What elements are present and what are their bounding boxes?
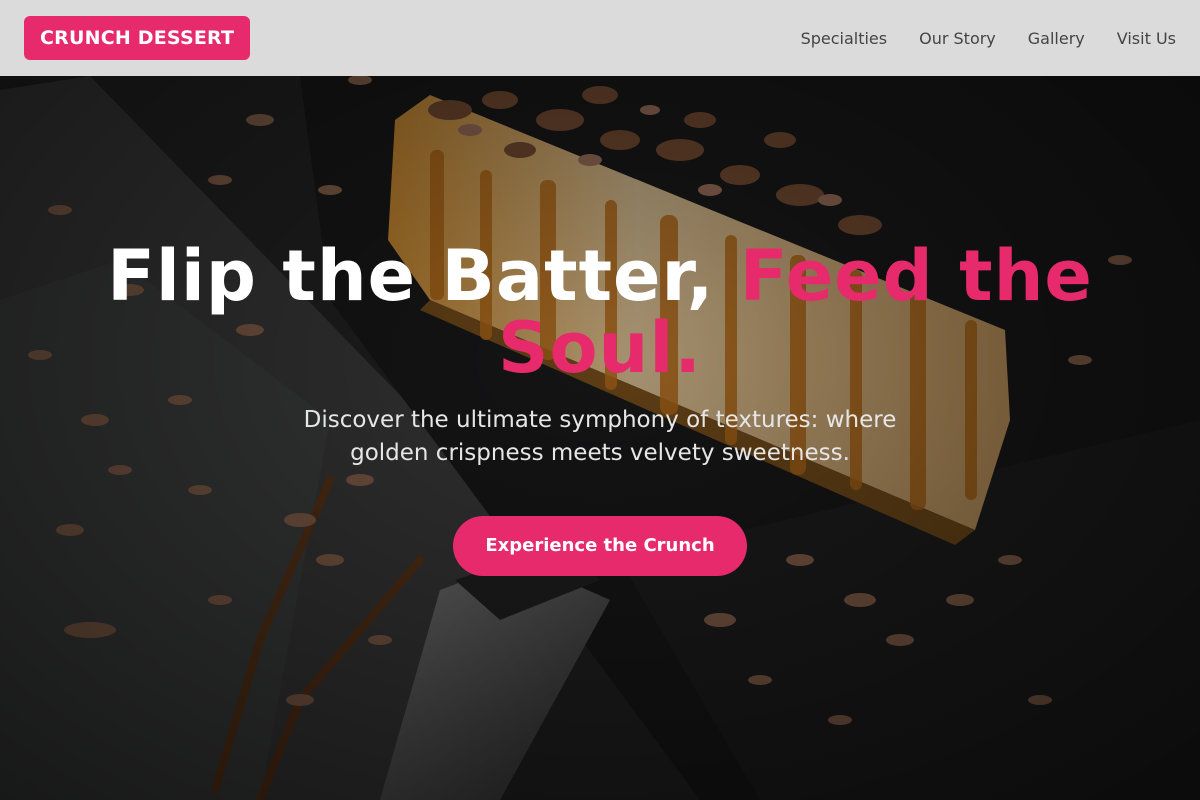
nav-link-gallery[interactable]: Gallery [1028, 29, 1085, 48]
brand-logo[interactable]: CRUNCH DESSERT [24, 16, 251, 60]
hero-title: Flip the Batter, Feed the Soul. [90, 240, 1110, 384]
hero-subtitle: Discover the ultimate symphony of textur… [303, 407, 897, 466]
main-nav: Specialties Our Story Gallery Visit Us [769, 29, 1176, 48]
hero-section: Flip the Batter, Feed the Soul. Discover… [0, 0, 1200, 800]
nav-link-specialties[interactable]: Specialties [801, 29, 888, 48]
hero-title-main: Flip the Batter, [107, 235, 740, 317]
site-header: CRUNCH DESSERT Specialties Our Story Gal… [0, 0, 1200, 76]
nav-link-our-story[interactable]: Our Story [919, 29, 996, 48]
nav-link-visit-us[interactable]: Visit Us [1117, 29, 1176, 48]
experience-the-crunch-button[interactable]: Experience the Crunch [453, 516, 747, 576]
